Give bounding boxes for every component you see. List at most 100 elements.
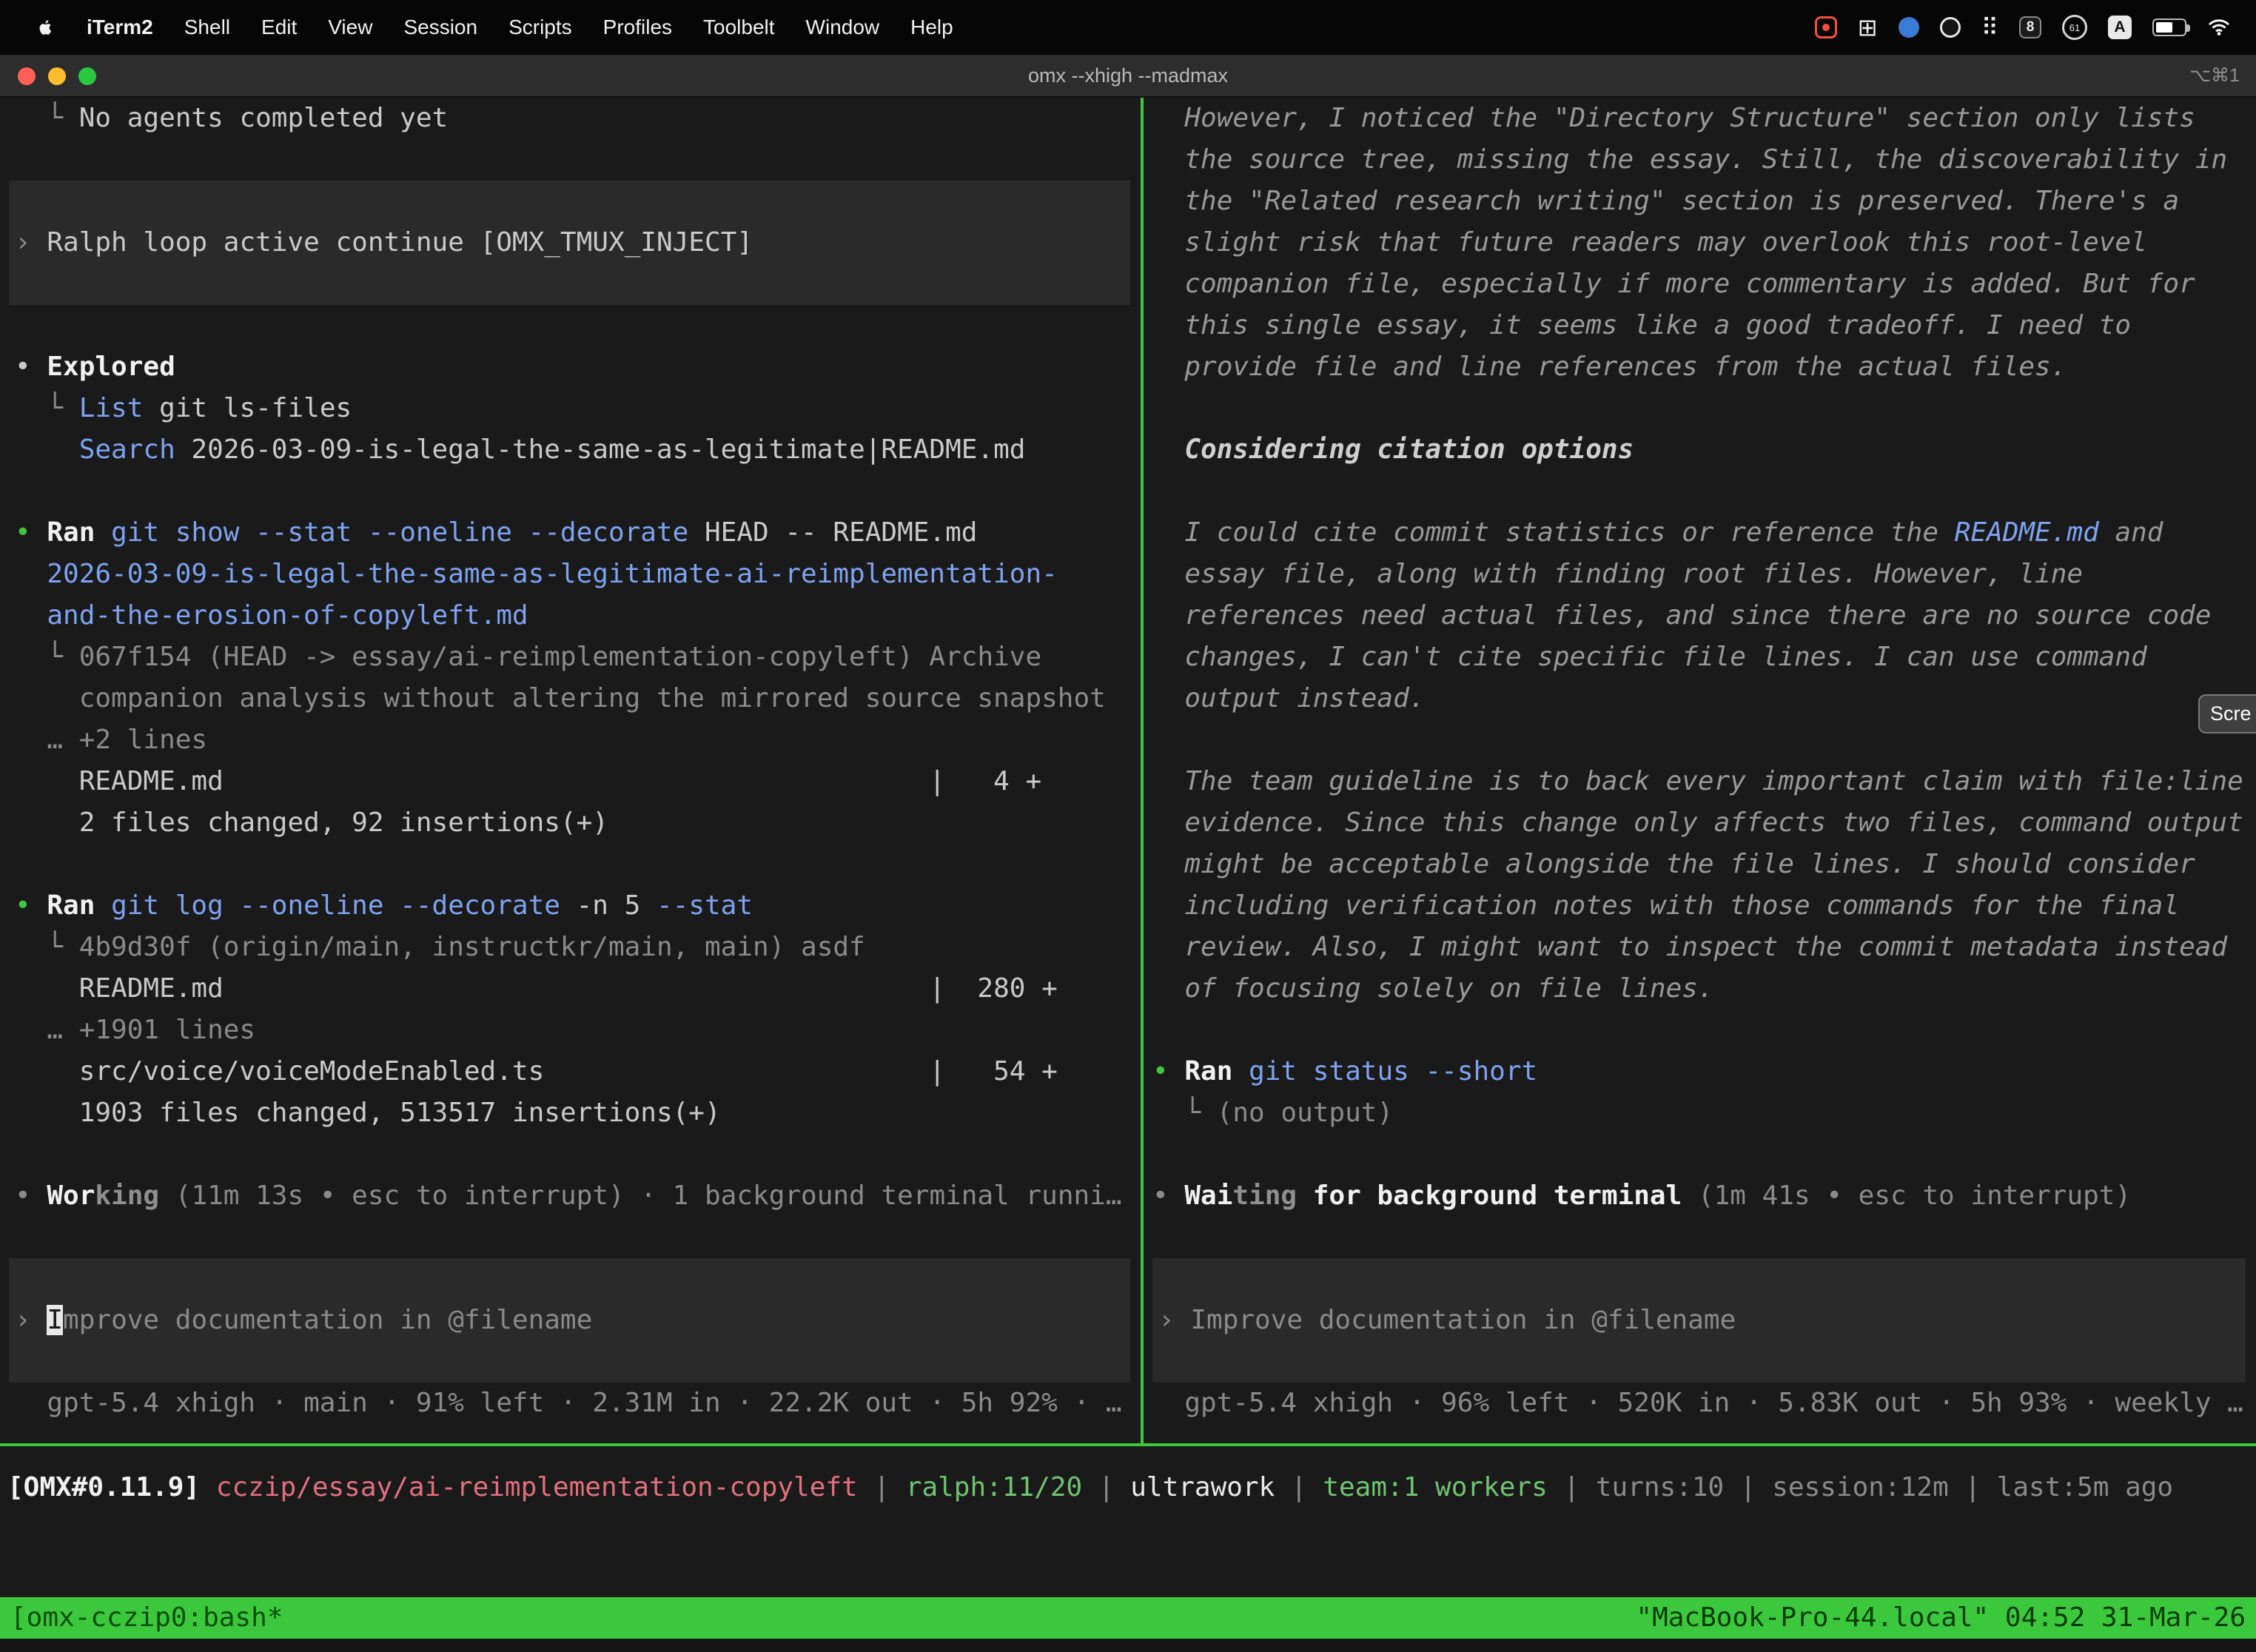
terminal-line <box>1144 1134 2256 1175</box>
terminal-line <box>1144 388 2256 429</box>
terminal-line: of focusing solely on file lines. <box>1144 968 2256 1010</box>
terminal-line: companion analysis without altering the … <box>0 678 1141 719</box>
input-source-icon[interactable]: A <box>2108 16 2132 39</box>
terminal-line: • Ran git log --oneline --decorate -n 5 … <box>0 885 1141 927</box>
terminal-line: the "Related research writing" section i… <box>1144 181 2256 222</box>
terminal-line: • Ran git status --short <box>1144 1051 2256 1092</box>
terminal-line <box>0 844 1141 885</box>
menu-help[interactable]: Help <box>895 16 969 39</box>
tmux-panes: └ No agents completed yet › Ralph loop a… <box>0 98 2256 1443</box>
terminal-line: and-the-erosion-of-copyleft.md <box>0 595 1141 637</box>
model-status-left: gpt-5.4 xhigh · main · 91% left · 2.31M … <box>0 1383 1141 1424</box>
blue-app-icon[interactable] <box>1899 17 1919 38</box>
menu-profiles[interactable]: Profiles <box>588 16 688 39</box>
wifi-icon[interactable] <box>2207 18 2231 37</box>
left-terminal-pane: └ No agents completed yet › Ralph loop a… <box>0 98 1141 1443</box>
terminal-line: might be acceptable alongside the file l… <box>1144 844 2256 885</box>
menu-toolbelt[interactable]: Toolbelt <box>688 16 790 39</box>
zoom-button[interactable] <box>78 67 96 85</box>
terminal-line: 1903 files changed, 513517 insertions(+) <box>0 1092 1141 1134</box>
terminal-line: I could cite commit statistics or refere… <box>1144 512 2256 554</box>
tmux-status-bar: [omx-cczip0:bash* "MacBook-Pro-44.local"… <box>0 1597 2256 1639</box>
terminal-line: Search 2026-03-09-is-legal-the-same-as-l… <box>0 429 1141 471</box>
terminal-line: README.md | 280 + <box>0 968 1141 1010</box>
terminal-line: this single essay, it seems like a good … <box>1144 305 2256 346</box>
minimize-button[interactable] <box>48 67 66 85</box>
terminal-line <box>1144 719 2256 761</box>
agent-transcript-left: • Explored └ List git ls-files Search 20… <box>0 346 1141 1217</box>
terminal-line: companion file, especially if more comme… <box>1144 263 2256 305</box>
dots-grid-icon[interactable] <box>1981 13 1998 41</box>
menu-window[interactable]: Window <box>790 16 896 39</box>
blank-line <box>0 139 1141 181</box>
terminal-line <box>1144 471 2256 512</box>
blank-line <box>0 305 1141 346</box>
tmux-host-clock: "MacBook-Pro-44.local" 04:52 31-Mar-26 <box>1636 1597 2246 1639</box>
terminal-line: Considering citation options <box>1144 429 2256 471</box>
omx-status-pane: [OMX#0.11.9] cczip/essay/ai-reimplementa… <box>0 1446 2256 1597</box>
menubar-status-icons: 8 61 A <box>1815 13 2237 41</box>
terminal-line: review. Also, I might want to inspect th… <box>1144 927 2256 968</box>
menu-session[interactable]: Session <box>388 16 493 39</box>
terminal-line: 2 files changed, 92 insertions(+) <box>0 802 1141 844</box>
terminal-line: evidence. Since this change only affects… <box>1144 802 2256 844</box>
terminal-line: … +1901 lines <box>0 1010 1141 1051</box>
menu-edit[interactable]: Edit <box>246 16 312 39</box>
grid-icon[interactable] <box>1858 13 1878 41</box>
terminal-line: • Ran git show --stat --oneline --decora… <box>0 512 1141 554</box>
terminal-line: slight risk that future readers may over… <box>1144 222 2256 263</box>
gauge-icon[interactable]: 61 <box>2062 15 2087 40</box>
agents-status-block: └ No agents completed yet <box>0 98 1141 139</box>
terminal-line: … +2 lines <box>0 719 1141 761</box>
close-button[interactable] <box>18 67 36 85</box>
terminal-line: including verification notes with those … <box>1144 885 2256 927</box>
terminal-line: └ 067f154 (HEAD -> essay/ai-reimplementa… <box>0 637 1141 678</box>
terminal-line: references need actual files, and since … <box>1144 595 2256 637</box>
terminal-line: gpt-5.4 xhigh · main · 91% left · 2.31M … <box>0 1383 1141 1424</box>
terminal-line: • Waiting for background terminal (1m 41… <box>1144 1175 2256 1217</box>
prompt-input-right[interactable]: › Improve documentation in @filename <box>1152 1258 2246 1383</box>
right-terminal-pane: However, I noticed the "Directory Struct… <box>1144 98 2256 1443</box>
terminal-line <box>0 1134 1141 1175</box>
terminal-line: • Explored <box>0 346 1141 388</box>
window-bottom-padding <box>0 1639 2256 1652</box>
window-title-bar: omx --xhigh --madmax ⌥⌘1 <box>0 55 2256 98</box>
terminal-line: └ List git ls-files <box>0 388 1141 429</box>
menu-view[interactable]: View <box>312 16 388 39</box>
terminal-line: [OMX#0.11.9] cczip/essay/ai-reimplementa… <box>0 1467 2256 1508</box>
prompt-input-left[interactable]: › Improve documentation in @filename <box>9 1258 1130 1383</box>
terminal-line: output instead. <box>1144 678 2256 719</box>
window-title: omx --xhigh --madmax <box>1028 64 1228 87</box>
blank-line <box>1144 1217 2256 1258</box>
tmux-session-label: [omx-cczip0:bash* <box>10 1597 283 1639</box>
ring-app-icon[interactable] <box>1940 17 1961 38</box>
terminal-line: However, I noticed the "Directory Struct… <box>1144 98 2256 139</box>
terminal-line: README.md | 4 + <box>0 761 1141 802</box>
battery-level <box>2156 22 2172 33</box>
menu-shell[interactable]: Shell <box>169 16 246 39</box>
terminal-line: essay file, along with finding root file… <box>1144 554 2256 595</box>
terminal-line: 2026-03-09-is-legal-the-same-as-legitima… <box>0 554 1141 595</box>
terminal-line <box>1144 1010 2256 1051</box>
terminal-line: the source tree, missing the essay. Stil… <box>1144 139 2256 181</box>
menu-scripts[interactable]: Scripts <box>493 16 588 39</box>
terminal-line: changes, I can't cite specific file line… <box>1144 637 2256 678</box>
terminal-line: └ (no output) <box>1144 1092 2256 1134</box>
battery-icon[interactable] <box>2152 19 2186 36</box>
terminal-line: gpt-5.4 xhigh · 96% left · 520K in · 5.8… <box>1144 1383 2256 1424</box>
terminal-line: └ 4b9d30f (origin/main, instructkr/main,… <box>0 927 1141 968</box>
terminal-line: › Improve documentation in @filename <box>1152 1300 2246 1341</box>
terminal-line: The team guideline is to back every impo… <box>1144 761 2256 802</box>
apple-menu[interactable] <box>19 16 71 38</box>
blank-line <box>0 1217 1141 1258</box>
eight-icon[interactable]: 8 <box>2019 16 2041 38</box>
window-hotkey: ⌥⌘1 <box>2189 64 2240 87</box>
agent-transcript-right: However, I noticed the "Directory Struct… <box>1144 98 2256 1217</box>
terminal-window: └ No agents completed yet › Ralph loop a… <box>0 98 2256 1652</box>
menu-iterm2[interactable]: iTerm2 <box>71 16 169 39</box>
terminal-line: src/voice/voiceModeEnabled.ts | 54 + <box>0 1051 1141 1092</box>
screen-recording-icon[interactable] <box>1815 16 1837 38</box>
screen-edge-popup[interactable]: Scre <box>2198 694 2256 733</box>
terminal-line: › Improve documentation in @filename <box>9 1300 1130 1341</box>
model-status-right: gpt-5.4 xhigh · 96% left · 520K in · 5.8… <box>1144 1383 2256 1424</box>
